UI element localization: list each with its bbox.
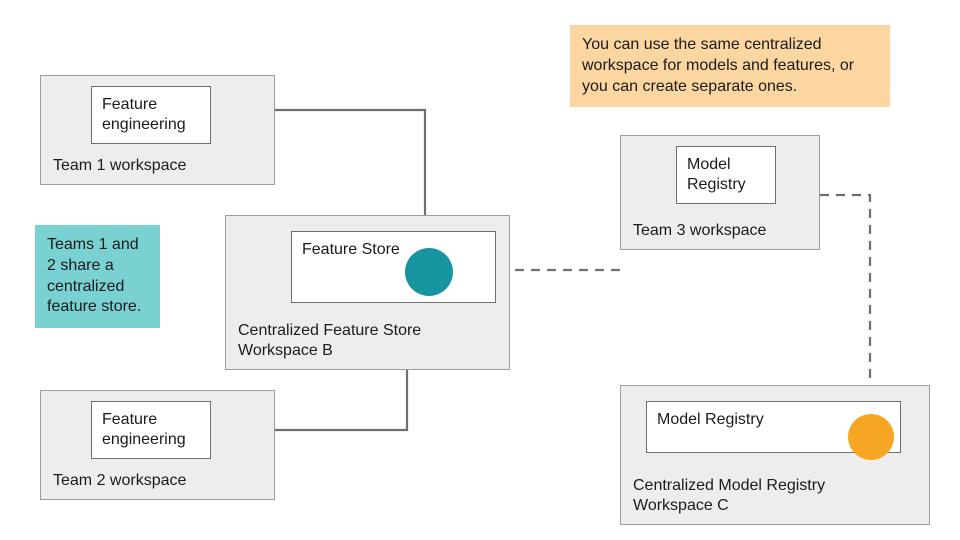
label-feature-store-workspace: Centralized Feature Store Workspace B <box>238 321 421 361</box>
box-team3-workspace: Model Registry Team 3 workspace <box>620 135 820 250</box>
box-team2-workspace: Feature engineering Team 2 workspace <box>40 390 275 500</box>
feature-store-circle-icon <box>405 248 453 296</box>
inner-feature-store: Feature Store <box>291 231 496 303</box>
callout-shared-feature-store: Teams 1 and 2 share a centralized featur… <box>35 225 160 328</box>
inner-team1-feature-engineering: Feature engineering <box>91 86 211 144</box>
inner-team2-feature-engineering: Feature engineering <box>91 401 211 459</box>
label-team1-workspace: Team 1 workspace <box>53 156 186 176</box>
model-registry-circle-icon <box>848 414 894 460</box>
label-model-registry-workspace: Centralized Model Registry Workspace C <box>633 476 825 516</box>
box-team1-workspace: Feature engineering Team 1 workspace <box>40 75 275 185</box>
callout-centralized-workspace-note: You can use the same centralized workspa… <box>570 25 890 107</box>
label-team3-workspace: Team 3 workspace <box>633 221 766 241</box>
label-team2-workspace: Team 2 workspace <box>53 471 186 491</box>
arrow-team3-to-modelregistry <box>820 195 870 410</box>
box-feature-store-workspace: Feature Store Centralized Feature Store … <box>225 215 510 370</box>
diagram-canvas: You can use the same centralized workspa… <box>0 0 960 540</box>
inner-team3-model-registry: Model Registry <box>676 146 776 204</box>
